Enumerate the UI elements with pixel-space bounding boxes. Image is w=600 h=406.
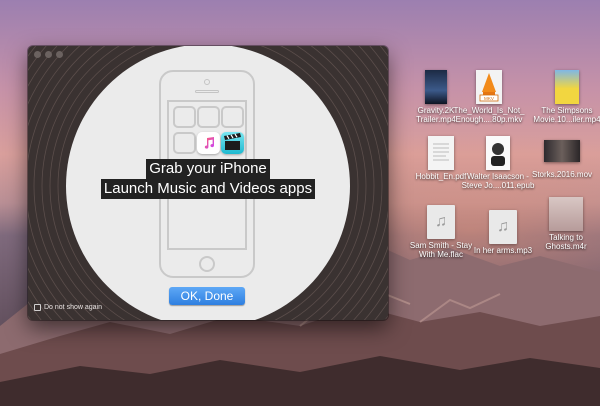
video-file-icon <box>555 70 579 104</box>
do-not-show-again-row[interactable]: Do not show again <box>34 304 102 311</box>
app-placeholder-icon <box>197 106 220 128</box>
desktop-file-simpsons-movie[interactable]: The Simpsons Movie.10...iler.mp4 <box>527 70 600 124</box>
caption-line-2: Launch Music and Videos apps <box>28 179 388 199</box>
file-label: The Simpsons Movie.10...iler.mp4 <box>533 106 600 124</box>
file-label: Talking to Ghosts.m4r <box>545 233 587 251</box>
svg-text:MKV: MKV <box>484 96 495 101</box>
music-app-icon <box>197 132 220 154</box>
ringtone-file-icon <box>549 197 583 231</box>
music-file-icon: ♫ <box>489 210 517 244</box>
desktop-file-world-is-not-enough[interactable]: MKV The_World_Is_Not_ Enough....80p.mkv <box>449 70 529 124</box>
video-file-icon <box>544 140 580 162</box>
caption-line-1: Grab your iPhone <box>28 159 388 179</box>
onboarding-dialog: Grab your iPhone Launch Music and Videos… <box>28 46 388 320</box>
window-controls <box>34 51 63 58</box>
speaker-icon <box>195 90 219 93</box>
home-button-icon <box>199 256 215 272</box>
do-not-show-again-label: Do not show again <box>44 304 102 311</box>
zoom-window-button[interactable] <box>56 51 63 58</box>
videos-app-icon <box>221 132 244 154</box>
minimize-window-button[interactable] <box>45 51 52 58</box>
epub-file-icon <box>486 136 510 170</box>
do-not-show-again-checkbox[interactable] <box>34 304 41 311</box>
pdf-file-icon <box>428 136 454 170</box>
close-window-button[interactable] <box>34 51 41 58</box>
app-placeholder-icon <box>173 132 196 154</box>
vlc-mkv-file-icon: MKV <box>476 70 502 104</box>
desktop-file-talking-to-ghosts[interactable]: Talking to Ghosts.m4r <box>526 197 600 251</box>
file-label: Storks.2016.mov <box>531 170 593 179</box>
caption-text-2: Launch Music and Videos apps <box>100 179 316 199</box>
camera-icon <box>204 79 210 85</box>
file-label: The_World_Is_Not_ Enough....80p.mkv <box>453 106 525 124</box>
ok-done-button[interactable]: OK, Done <box>169 287 245 305</box>
music-file-icon: ♫ <box>427 205 455 239</box>
app-placeholder-icon <box>173 106 196 128</box>
desktop-file-storks[interactable]: Storks.2016.mov <box>522 136 600 179</box>
video-file-icon <box>425 70 447 104</box>
app-placeholder-icon <box>221 106 244 128</box>
caption-text-1: Grab your iPhone <box>146 159 270 179</box>
